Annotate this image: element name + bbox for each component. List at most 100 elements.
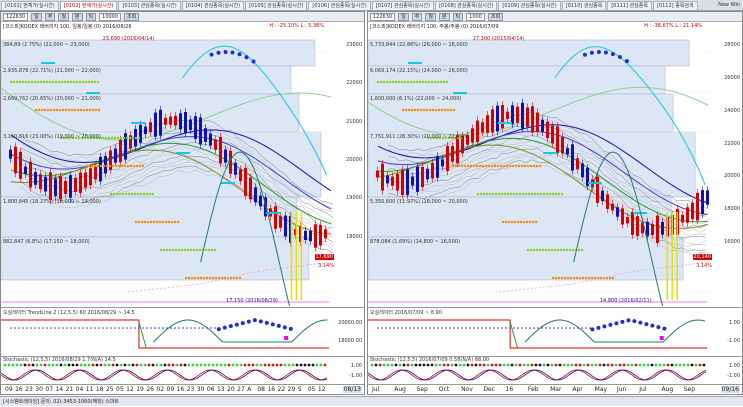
- oscillator-y-label: 1.00: [728, 320, 740, 326]
- signal-dot: [502, 164, 506, 168]
- candle-body: [421, 166, 424, 187]
- right-period-day-button[interactable]: 일: [398, 12, 409, 21]
- signal-dot: [167, 220, 171, 224]
- signal-dot: [590, 276, 594, 280]
- stoch-signal-dot: [682, 363, 686, 367]
- stoch-signal-dot: [151, 363, 155, 367]
- x-axis-label: 25: [105, 386, 114, 393]
- stoch-signal-dot: [426, 363, 430, 367]
- left-period-day-button[interactable]: 일: [31, 12, 42, 21]
- oscillator-dot: [174, 327, 176, 329]
- stoch-signal-dot: [115, 363, 119, 367]
- signal-dot: [451, 164, 455, 168]
- left-period-month-button[interactable]: 월: [58, 12, 69, 21]
- stoch-signal-dot: [434, 363, 438, 367]
- left-period-tick-button[interactable]: 틱: [85, 12, 97, 21]
- oscillator-dot: [545, 327, 547, 329]
- stoch-signal-dot: [458, 363, 462, 367]
- chart-header: [코스피]KODEX 레버리지 100, 일봉/일봉 (0) 2016/08/2…: [3, 24, 132, 30]
- signal-dot: [81, 80, 85, 84]
- signal-dot: [440, 108, 444, 112]
- stoch-signal-dot: [530, 363, 534, 367]
- left-stochastic-panel[interactable]: Stochastic (12,5,5) 2016/08/29 1.7(N/A) …: [1, 356, 364, 385]
- signal-dot: [187, 276, 191, 280]
- candle-body: [696, 192, 699, 221]
- right-count-input[interactable]: 1000: [466, 12, 485, 21]
- tab-2[interactable]: [0102] 현재가(실시간): [59, 0, 118, 10]
- stoch-signal-dot: [71, 363, 75, 367]
- tab-3[interactable]: [0103] 관심종목(실시간): [118, 0, 181, 10]
- stoch-signal-dot: [466, 363, 470, 367]
- oscillator-dot: [94, 327, 96, 329]
- signal-dot: [413, 108, 417, 112]
- tab-5[interactable]: [0105] 관심종목(실시간): [245, 0, 308, 10]
- signal-dot: [560, 276, 564, 280]
- right-code-input[interactable]: 122630: [370, 12, 396, 21]
- signal-dot: [580, 248, 584, 252]
- signal-dot: [563, 276, 567, 280]
- stoch-signal-dot: [578, 363, 582, 367]
- candle-body: [396, 173, 399, 191]
- oscillator-dot: [489, 327, 491, 329]
- signal-dot: [522, 220, 526, 224]
- tab-7[interactable]: [0107] 관심종목(실시간): [371, 0, 435, 10]
- right-period-month-button[interactable]: 월: [425, 12, 436, 21]
- left-price-chart[interactable]: 23000 22000 21000 20000 19000 18000 384,89 (2.…: [1, 22, 364, 306]
- stochastic-y-label: -1.00: [349, 373, 362, 379]
- tab-9[interactable]: [0109] 관심종목(실시간): [498, 0, 561, 10]
- tab-6[interactable]: [0106] 관심종목(실시간): [308, 0, 371, 10]
- left-period-minute-button[interactable]: 분: [71, 12, 83, 21]
- stoch-signal-dot: [299, 363, 303, 367]
- right-apply-button[interactable]: 조회: [487, 12, 504, 21]
- signal-dot: [87, 164, 91, 168]
- stoch-signal-dot: [199, 363, 203, 367]
- left-code-input[interactable]: 122630: [3, 12, 29, 21]
- oscillator-dot: [473, 327, 475, 329]
- stoch-signal-dot: [374, 363, 378, 367]
- right-oscillator-panel[interactable]: 오실레이터 2016/07/09 ~ 8.90 1.00 -1.00: [368, 307, 742, 356]
- signal-dot: [220, 276, 224, 280]
- tab-8[interactable]: [0108] 관심종목(실시간): [435, 0, 498, 10]
- stoch-signal-dot: [63, 363, 67, 367]
- right-price-chart[interactable]: 28000 26000 24000 22000 20000 18000 16000 5,733…: [368, 22, 742, 306]
- right-period-week-button[interactable]: 주: [411, 12, 423, 21]
- signal-dot: [515, 192, 519, 196]
- oscillator-dot: [18, 327, 20, 329]
- signal-dot: [96, 164, 100, 168]
- signal-dot: [533, 192, 537, 196]
- candle-body: [279, 216, 282, 228]
- left-oscillator-panel[interactable]: 오실레이터 TrendLine 2 (12,5,5) 60 2016/08/29…: [1, 307, 364, 356]
- stoch-signal-dot: [506, 363, 510, 367]
- tab-4[interactable]: [0104] 관심종목(실시간): [181, 0, 245, 10]
- oscillator-dot: [385, 327, 387, 329]
- signal-dot: [168, 248, 172, 252]
- tab-12[interactable]: [0112] 종목검색: [652, 0, 698, 10]
- oscillator-dot: [537, 327, 539, 329]
- tab-1[interactable]: [0101] 현재가(실시간): [1, 0, 59, 10]
- oscillator-dot: [70, 327, 72, 329]
- tab-10[interactable]: [0110] 관심종목: [561, 0, 607, 10]
- signal-dot: [538, 248, 542, 252]
- cyan-marker: [131, 122, 145, 124]
- signal-dot: [538, 164, 542, 168]
- stoch-signal-dot: [566, 363, 570, 367]
- right-period-minute-button[interactable]: 분: [438, 12, 450, 21]
- candle-body: [219, 137, 222, 164]
- right-period-tick-button[interactable]: 틱: [452, 12, 464, 21]
- signal-dot: [9, 80, 13, 84]
- stoch-signal-dot: [111, 363, 115, 367]
- stoch-signal-dot: [143, 363, 147, 367]
- left-period-week-button[interactable]: 주: [44, 12, 56, 21]
- signal-dot: [205, 276, 209, 280]
- tab-11[interactable]: [0111] 관심종목: [607, 0, 652, 10]
- left-apply-button[interactable]: 조회: [124, 12, 140, 21]
- left-count-input[interactable]: 10000: [99, 12, 122, 21]
- new-window-button[interactable]: New Win: [715, 2, 743, 8]
- right-stochastic-panel[interactable]: Stochastic (12,5,5) 2016/07/09 0.58(N/A)…: [368, 356, 742, 385]
- signal-dot: [118, 192, 122, 196]
- candle-body: [681, 214, 684, 223]
- signal-dot: [556, 248, 560, 252]
- stoch-signal-dot: [618, 363, 622, 367]
- signal-dot: [173, 220, 177, 224]
- oscillator-dot: [42, 327, 44, 329]
